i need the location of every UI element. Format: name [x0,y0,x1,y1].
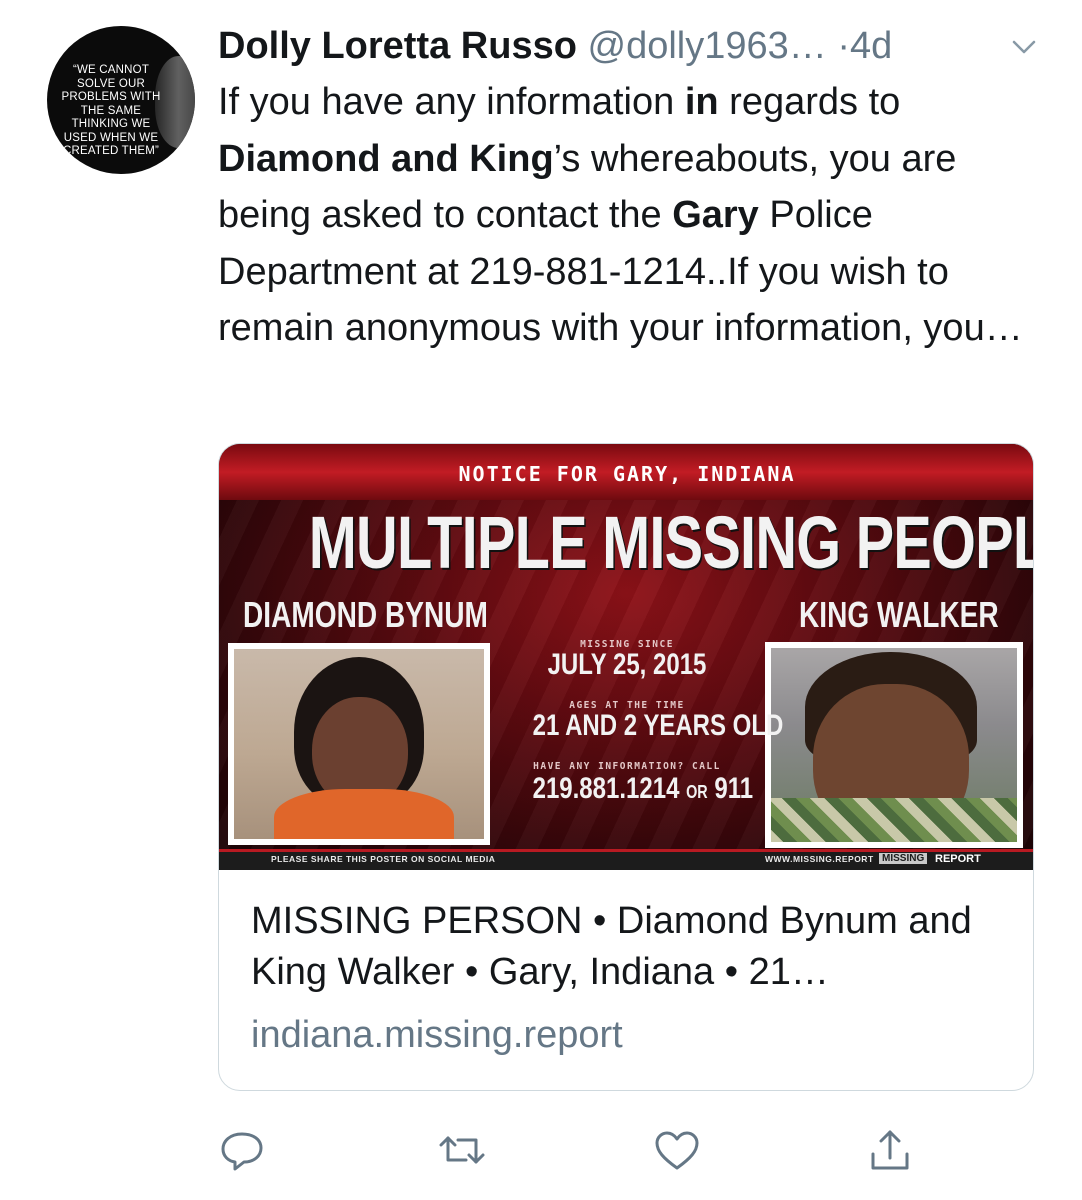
author-handle[interactable]: @dolly1963… [588,25,827,67]
poster-headline: MULTIPLE MISSING PEOPLE [308,501,1034,584]
photo-diamond-bynum [228,643,490,845]
tweet-header: Dolly Loretta Russo @dolly1963… ·4d [218,20,1058,72]
tweet-text-segment: regards to [718,81,901,123]
poster-share-note: PLEASE SHARE THIS POSTER ON SOCIAL MEDIA [271,854,496,864]
like-button[interactable] [651,1124,703,1176]
reply-bubble-icon [221,1132,263,1171]
tweet-actions [0,1124,1082,1184]
share-button[interactable] [864,1124,916,1176]
poster-brand-box: MISSING [879,853,928,864]
card-title[interactable]: MISSING PERSON • Diamond Bynum and King … [251,896,1011,998]
link-card[interactable]: NOTICE FOR GARY, INDIANA MULTIPLE MISSIN… [218,443,1034,1091]
retweet-arrows-icon [439,1136,485,1164]
avatar-quote: “WE CANNOT SOLVE OUR PROBLEMS WITH THE S… [61,64,161,157]
tweet-text-segment: If you have any information [218,81,685,123]
chevron-down-icon[interactable] [1006,34,1042,60]
missing-since-date: JULY 25, 2015 [547,648,707,681]
retweet-button[interactable] [436,1124,488,1176]
phone-alt: 911 [714,772,754,805]
tweet-text: If you have any information in regards t… [218,74,1038,357]
poster-brand-text: REPORT [935,853,981,865]
tweet-time[interactable]: 4d [850,25,892,67]
tweet-text-highlight: in [684,81,719,123]
reply-button[interactable] [216,1124,268,1176]
tweet-text-highlight: Gary [672,194,759,236]
poster-name-left: DIAMOND BYNUM [243,594,488,635]
heart-icon [655,1131,699,1170]
missing-poster-image: NOTICE FOR GARY, INDIANA MULTIPLE MISSIN… [219,444,1034,870]
phone-number: 219.881.1214 [532,772,680,805]
poster-info: MISSING SINCE JULY 25, 2015 AGES AT THE … [509,639,784,806]
tweet-text-highlight: Diamond and King [218,137,554,180]
phone-line: 219.881.1214 OR 911 [532,772,753,806]
author-avatar[interactable]: “WE CANNOT SOLVE OUR PROBLEMS WITH THE S… [47,26,195,174]
separator-dot: · [837,25,850,67]
photo-king-walker [765,642,1023,848]
call-label: HAVE ANY INFORMATION? CALL [533,761,721,772]
share-upload-icon [871,1130,909,1170]
card-domain[interactable]: indiana.missing.report [251,1014,623,1057]
poster-notice: NOTICE FOR GARY, INDIANA [458,462,796,486]
ages-value: 21 AND 2 YEARS OLD [532,709,784,742]
phone-or: OR [686,782,708,802]
author-name[interactable]: Dolly Loretta Russo [218,25,577,67]
poster-name-right: KING WALKER [799,594,999,635]
poster-site: WWW.MISSING.REPORT [765,854,874,864]
